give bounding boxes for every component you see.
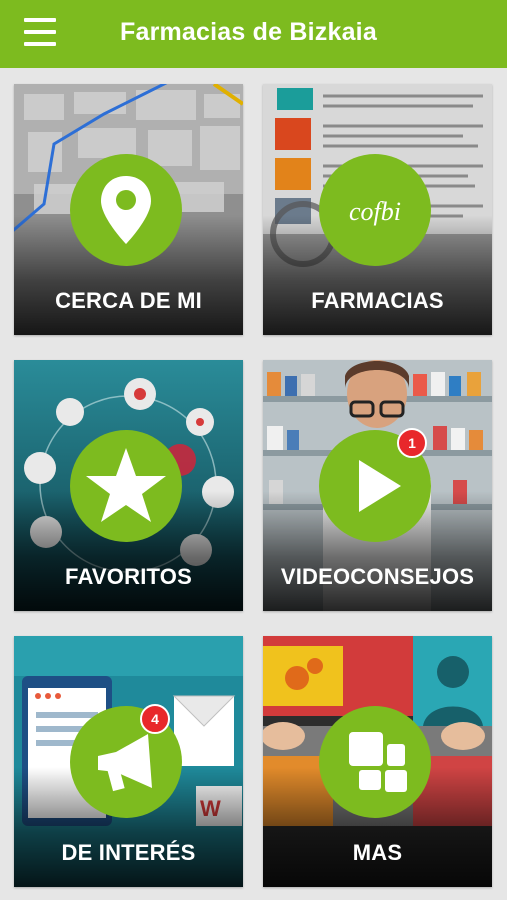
map-pin-icon: [101, 176, 151, 244]
icon-circle: [319, 706, 431, 818]
tile-mas[interactable]: MAS: [263, 636, 492, 887]
app-title: Farmacias de Bizkaia: [120, 18, 377, 46]
cofbi-logo-icon: cofbi: [349, 197, 401, 226]
tile-label: VIDEOCONSEJOS: [280, 564, 475, 589]
icon-circle: cofbi: [319, 154, 431, 266]
app-bar: Farmacias de Bizkaia: [0, 0, 507, 68]
icon-circle: [70, 154, 182, 266]
notification-badge: 4: [140, 704, 170, 734]
notification-badge: 1: [397, 428, 427, 458]
tile-de-interes[interactable]: W 4 DE INTERÉS: [14, 636, 243, 887]
star-icon: [86, 448, 166, 522]
tile-farmacias[interactable]: cofbi FARMACIAS: [263, 84, 492, 335]
svg-text:cofbi: cofbi: [349, 197, 401, 226]
tile-label: MAS: [352, 840, 403, 865]
tile-label: DE INTERÉS: [61, 840, 196, 865]
tile-cerca-de-mi[interactable]: CERCA DE MI: [14, 84, 243, 335]
tile-favoritos[interactable]: FAVORITOS: [14, 360, 243, 611]
grid-icon: [349, 732, 407, 792]
icon-circle: [70, 430, 182, 542]
tile-label: CERCA DE MI: [55, 288, 202, 313]
menu-icon[interactable]: [24, 16, 58, 50]
tile-videoconsejos[interactable]: 1 VIDEOCONSEJOS: [263, 360, 492, 611]
tile-label: FAVORITOS: [65, 564, 192, 589]
tile-label: FARMACIAS: [311, 288, 444, 313]
